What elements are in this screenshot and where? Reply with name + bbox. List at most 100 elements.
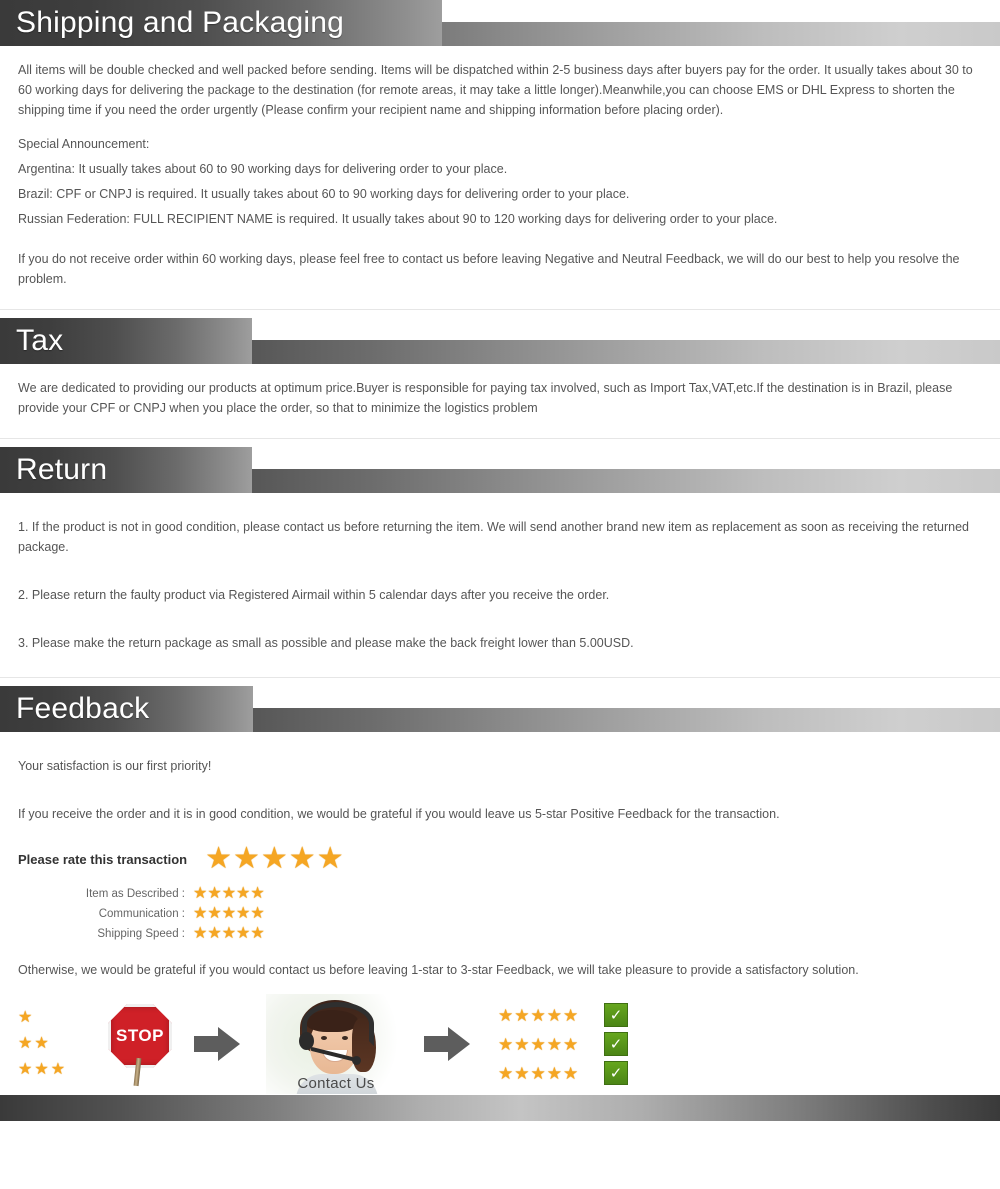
return-item-2: 2. Please return the faulty product via …	[18, 588, 610, 602]
rate-transaction-row[interactable]: Please rate this transaction ★ ★ ★ ★ ★	[0, 844, 1000, 874]
star-icon: ★	[563, 1005, 579, 1025]
arrow-shaft	[424, 1036, 450, 1052]
sub-rating-shipping-speed[interactable]: Shipping Speed : ★ ★ ★ ★ ★	[0, 926, 1000, 942]
good-rating-row-2: ★ ★ ★ ★ ★ ✓	[498, 1032, 628, 1056]
star-icon: ★	[260, 842, 288, 875]
promo-page: Shipping and Packaging All items will be…	[0, 0, 1000, 1189]
good-rating-stars: ★ ★ ★ ★ ★	[498, 1036, 590, 1053]
return-item-3: 3. Please make the return package as sma…	[18, 636, 634, 650]
star-icon: ★	[514, 1063, 530, 1083]
star-icon: ★	[250, 885, 265, 902]
shipping-announcement-label: Special Announcement:	[18, 137, 150, 151]
arrow-right-icon-2	[424, 1027, 474, 1061]
check-icon-2: ✓	[604, 1032, 628, 1056]
star-icon: ★	[18, 1061, 33, 1078]
feedback-illustration: ★ ★ ★ ★ ★ ★ STOP Contact Us ★ ★ ★ ★ ★ ✓ …	[0, 994, 1000, 1094]
sub-rating-label: Item as Described :	[85, 888, 185, 900]
star-icon: ★	[236, 905, 251, 922]
rate-transaction-label: Please rate this transaction	[18, 851, 188, 867]
star-icon: ★	[193, 905, 208, 922]
good-rating-stars: ★ ★ ★ ★ ★	[498, 1065, 590, 1082]
return-item-1: 1. If the product is not in good conditi…	[18, 520, 970, 554]
star-icon: ★	[498, 1034, 514, 1054]
arrow-head	[218, 1027, 240, 1061]
star-icon: ★	[236, 925, 251, 942]
star-icon: ★	[316, 842, 344, 875]
stop-sign-icon: STOP	[102, 1002, 176, 1087]
shipping-announcement-argentina: Argentina: It usually takes about 60 to …	[18, 162, 508, 176]
star-icon: ★	[207, 885, 222, 902]
star-icon: ★	[514, 1005, 530, 1025]
star-icon: ★	[250, 925, 265, 942]
section-title-return: Return	[16, 453, 108, 486]
sub-rating-stars[interactable]: ★ ★ ★ ★ ★	[193, 906, 265, 922]
star-icon: ★	[18, 1035, 33, 1052]
feedback-paragraph-1: Your satisfaction is our first priority!	[18, 759, 212, 773]
star-icon: ★	[207, 905, 222, 922]
star-icon: ★	[546, 1005, 562, 1025]
rate-transaction-stars[interactable]: ★ ★ ★ ★ ★	[205, 844, 345, 874]
star-icon: ★	[50, 1061, 66, 1078]
footer-gradient-bar	[0, 1095, 1000, 1121]
shipping-paragraph-1: All items will be double checked and wel…	[18, 63, 973, 117]
check-glyph: ✓	[609, 1006, 623, 1024]
star-icon: ★	[530, 1005, 546, 1025]
check-icon-1: ✓	[604, 1003, 628, 1027]
sub-rating-label: Communication :	[98, 908, 185, 920]
star-icon: ★	[18, 1009, 33, 1026]
star-icon: ★	[563, 1034, 579, 1054]
star-icon: ★	[221, 885, 237, 902]
star-icon: ★	[193, 925, 208, 942]
section-body-shipping: All items will be double checked and wel…	[0, 46, 1000, 309]
sub-rating-communication[interactable]: Communication : ★ ★ ★ ★ ★	[0, 906, 1000, 922]
good-rating-row-1: ★ ★ ★ ★ ★ ✓	[498, 1003, 628, 1027]
feedback-paragraph-2: If you receive the order and it is in go…	[18, 807, 780, 821]
star-icon: ★	[514, 1034, 530, 1054]
headset-mic-tip-icon	[352, 1056, 361, 1065]
check-glyph: ✓	[609, 1035, 623, 1053]
star-icon: ★	[530, 1034, 546, 1054]
star-icon: ★	[546, 1034, 562, 1054]
star-icon: ★	[221, 905, 237, 922]
sub-rating-item-as-described[interactable]: Item as Described : ★ ★ ★ ★ ★	[0, 886, 1000, 902]
arrow-right-icon-1	[194, 1027, 244, 1061]
star-icon: ★	[288, 842, 316, 875]
shipping-announcement-russia: Russian Federation: FULL RECIPIENT NAME …	[18, 212, 778, 226]
star-icon: ★	[236, 885, 251, 902]
star-icon: ★	[207, 925, 222, 942]
star-icon: ★	[498, 1063, 514, 1083]
contact-us-caption: Contact Us	[297, 1075, 375, 1092]
sub-rating-stars[interactable]: ★ ★ ★ ★ ★	[193, 886, 265, 902]
arrow-head	[448, 1027, 470, 1061]
check-glyph: ✓	[609, 1064, 623, 1082]
check-icon-3: ✓	[604, 1061, 628, 1085]
star-icon: ★	[530, 1063, 546, 1083]
section-header-shipping: Shipping and Packaging	[0, 0, 1000, 46]
low-rating-row-2: ★ ★	[18, 1033, 96, 1055]
section-header-return: Return	[0, 447, 1000, 493]
low-rating-row-1: ★	[18, 1007, 96, 1029]
star-icon: ★	[498, 1005, 514, 1025]
low-rating-star-pyramid: ★ ★ ★ ★ ★ ★	[18, 1007, 96, 1081]
star-icon: ★	[193, 885, 208, 902]
contact-us-agent-photo: Contact Us	[266, 994, 406, 1094]
section-title-feedback: Feedback	[16, 692, 150, 725]
star-icon: ★	[205, 842, 232, 875]
low-rating-row-3: ★ ★ ★	[18, 1059, 96, 1081]
good-rating-row-3: ★ ★ ★ ★ ★ ✓	[498, 1061, 628, 1085]
shipping-closing-paragraph: If you do not receive order within 60 wo…	[18, 252, 960, 286]
feedback-closing-wrap: Otherwise, we would be grateful if you w…	[0, 960, 1000, 980]
section-header-tax: Tax	[0, 318, 1000, 364]
sub-rating-stars[interactable]: ★ ★ ★ ★ ★	[193, 926, 265, 942]
section-body-return: 1. If the product is not in good conditi…	[0, 493, 1000, 677]
star-icon: ★	[232, 842, 260, 875]
section-title-tax: Tax	[16, 324, 64, 357]
good-rating-block: ★ ★ ★ ★ ★ ✓ ★ ★ ★ ★ ★ ✓ ★ ★ ★ ★ ★ ✓	[498, 1003, 628, 1085]
feedback-paragraph-3: Otherwise, we would be grateful if you w…	[18, 963, 859, 977]
section-title-shipping: Shipping and Packaging	[16, 6, 344, 39]
section-header-feedback: Feedback	[0, 686, 1000, 732]
star-icon: ★	[34, 1061, 49, 1078]
star-icon: ★	[34, 1035, 49, 1052]
sub-rating-label: Shipping Speed :	[97, 928, 185, 940]
sub-ratings-group: Item as Described : ★ ★ ★ ★ ★ Communication …	[0, 886, 1000, 942]
